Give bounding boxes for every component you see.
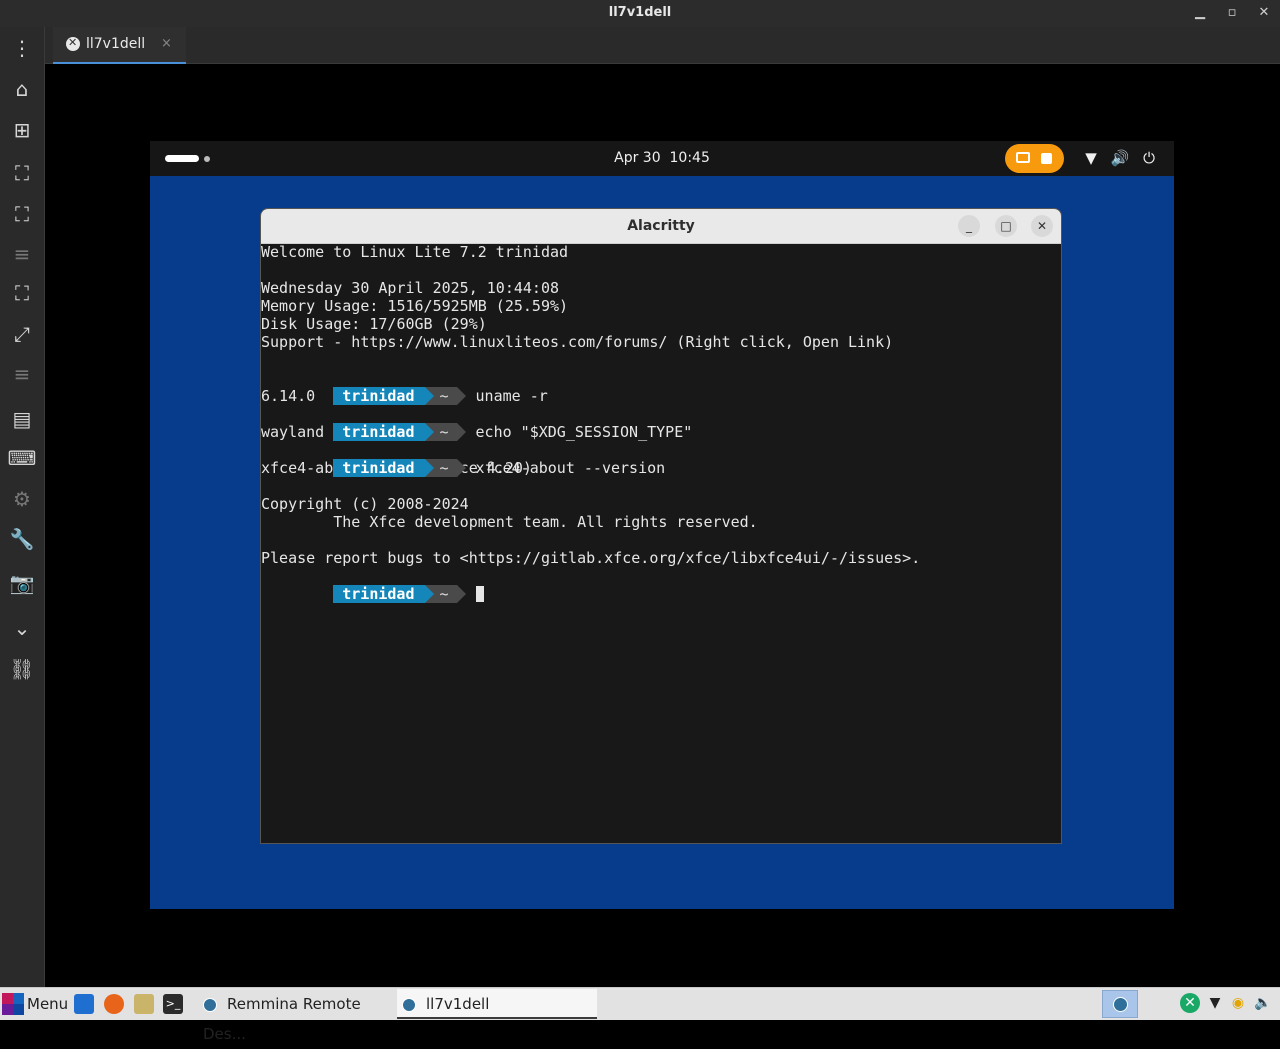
scaled-mode-icon[interactable]: ⤢ <box>7 319 37 349</box>
alacritty-minimize-button[interactable]: _ <box>958 215 980 237</box>
screen-sharing-indicator[interactable] <box>1005 144 1064 173</box>
terminal-line: The Xfce development team. All rights re… <box>261 513 758 531</box>
terminal-line: Memory Usage: 1516/5925MB (25.59%) <box>261 297 569 315</box>
maximize-button[interactable]: ▫ <box>1222 3 1242 23</box>
minimize-button[interactable]: ▁ <box>1190 3 1210 23</box>
dynamic-resolution-icon[interactable]: ⛶ <box>7 278 37 308</box>
desktop-icon[interactable] <box>74 994 94 1014</box>
terminal-line: Wednesday 30 April 2025, 10:44:08 <box>261 279 560 297</box>
update-icon[interactable]: ✕ <box>1180 993 1200 1013</box>
prompt-line: trinidad ~ uname -r <box>261 369 1061 405</box>
firefox-icon[interactable] <box>104 994 124 1014</box>
terminal-line: Welcome to Linux Lite 7.2 trinidad <box>261 243 569 261</box>
screen-share-icon <box>1016 152 1030 163</box>
terminal-line: Support - https://www.linuxliteos.com/fo… <box>261 333 894 351</box>
remmina-icon <box>203 997 217 1012</box>
minimize-window-icon[interactable]: ⌄ <box>7 613 37 643</box>
switch-tab-icon[interactable]: ▤ <box>7 404 37 434</box>
preferences-icon[interactable]: ⚙ <box>7 484 37 514</box>
fullscreen-icon[interactable]: ⛶ <box>7 199 37 229</box>
menu-button[interactable]: Menu <box>27 995 68 1013</box>
tools-icon[interactable]: 🔧 <box>7 524 37 554</box>
prompt: trinidad ~ <box>333 423 466 441</box>
close-button[interactable]: ✕ <box>1254 3 1274 23</box>
remmina-toolbar: ⋮ ⌂ ⊞ ⛶ ⛶ ≡ ⛶ ⤢ ≡ ▤ ⌨ ⚙ 🔧 📷 ⌄ ⛓ <box>0 27 45 987</box>
updates-notifier-icon[interactable]: ◉ <box>1228 993 1248 1013</box>
terminal-cursor <box>475 586 484 602</box>
window-titlebar: ll7v1dell ▁ ▫ ✕ <box>0 0 1280 27</box>
command-text: uname -r <box>475 387 548 405</box>
menu-lines-icon[interactable]: ≡ <box>7 359 37 389</box>
disconnect-icon[interactable]: ⛓ <box>7 654 37 684</box>
tray-remmina-icon[interactable] <box>1102 990 1138 1018</box>
network-icon[interactable]: ▼ <box>1205 993 1225 1013</box>
remmina-icon <box>402 997 416 1012</box>
menu-logo-icon[interactable] <box>2 993 24 1015</box>
prompt-line: trinidad ~ echo "$XDG_SESSION_TYPE" <box>261 405 1061 441</box>
tab-bar: ll7v1dell × <box>45 27 1280 64</box>
alacritty-titlebar: Alacritty _ □ ✕ <box>261 209 1061 244</box>
keyboard-icon[interactable]: ⌨ <box>7 443 37 473</box>
terminal-icon[interactable]: >_ <box>163 994 183 1014</box>
terminal-line: Please report bugs to <https://gitlab.xf… <box>261 549 921 567</box>
task-connection[interactable]: ll7v1dell <box>397 989 597 1019</box>
file-manager-icon[interactable] <box>134 994 154 1014</box>
terminal-content[interactable]: Welcome to Linux Lite 7.2 trinidad Wedne… <box>261 243 1061 843</box>
volume-icon[interactable]: 🔊 <box>1110 149 1130 167</box>
prompt-line: trinidad ~ <box>261 567 1061 603</box>
terminal-line: Disk Usage: 17/60GB (29%) <box>261 315 487 333</box>
prompt: trinidad ~ <box>333 585 466 603</box>
prompt-line: trinidad ~ xfce4-about --version <box>261 441 1061 477</box>
toggle-menu-icon[interactable]: ≡ <box>7 239 37 269</box>
new-connection-icon[interactable]: ⊞ <box>7 115 37 145</box>
tab-close-icon[interactable]: × <box>161 36 172 51</box>
window-title: ll7v1dell <box>608 5 672 20</box>
remote-desktop[interactable]: Apr 30 10:45 ▼ 🔊 ⏻ Alacritty _ □ ✕ Welco… <box>150 141 1174 909</box>
prompt: trinidad ~ <box>333 387 466 405</box>
home-icon[interactable]: ⌂ <box>7 74 37 104</box>
terminal-line: Copyright (c) 2008-2024 <box>261 495 469 513</box>
alacritty-title: Alacritty <box>627 218 695 234</box>
fit-window-icon[interactable]: ⛶ <box>7 158 37 188</box>
alacritty-maximize-button[interactable]: □ <box>995 215 1017 237</box>
wifi-icon[interactable]: ▼ <box>1081 149 1101 167</box>
taskbar: Menu >_ Remmina Remote Des... ll7v1dell … <box>0 987 1280 1043</box>
tab-connection[interactable]: ll7v1dell × <box>53 27 186 64</box>
power-icon[interactable]: ⏻ <box>1139 149 1159 167</box>
alacritty-window[interactable]: Alacritty _ □ ✕ Welcome to Linux Lite 7.… <box>260 208 1062 844</box>
tab-label: ll7v1dell <box>86 36 146 52</box>
alacritty-close-button[interactable]: ✕ <box>1031 215 1053 237</box>
command-text: echo "$XDG_SESSION_TYPE" <box>475 423 693 441</box>
gnome-top-bar: Apr 30 10:45 ▼ 🔊 ⏻ <box>150 141 1174 176</box>
prompt: trinidad ~ <box>333 459 466 477</box>
remmina-icon <box>66 36 80 51</box>
menu-dots-icon[interactable]: ⋮ <box>7 33 37 63</box>
stop-icon <box>1041 153 1052 164</box>
volume-icon[interactable]: 🔈 <box>1253 993 1273 1013</box>
screenshot-icon[interactable]: 📷 <box>7 568 37 598</box>
task-remmina[interactable]: Remmina Remote Des... <box>203 989 396 1043</box>
